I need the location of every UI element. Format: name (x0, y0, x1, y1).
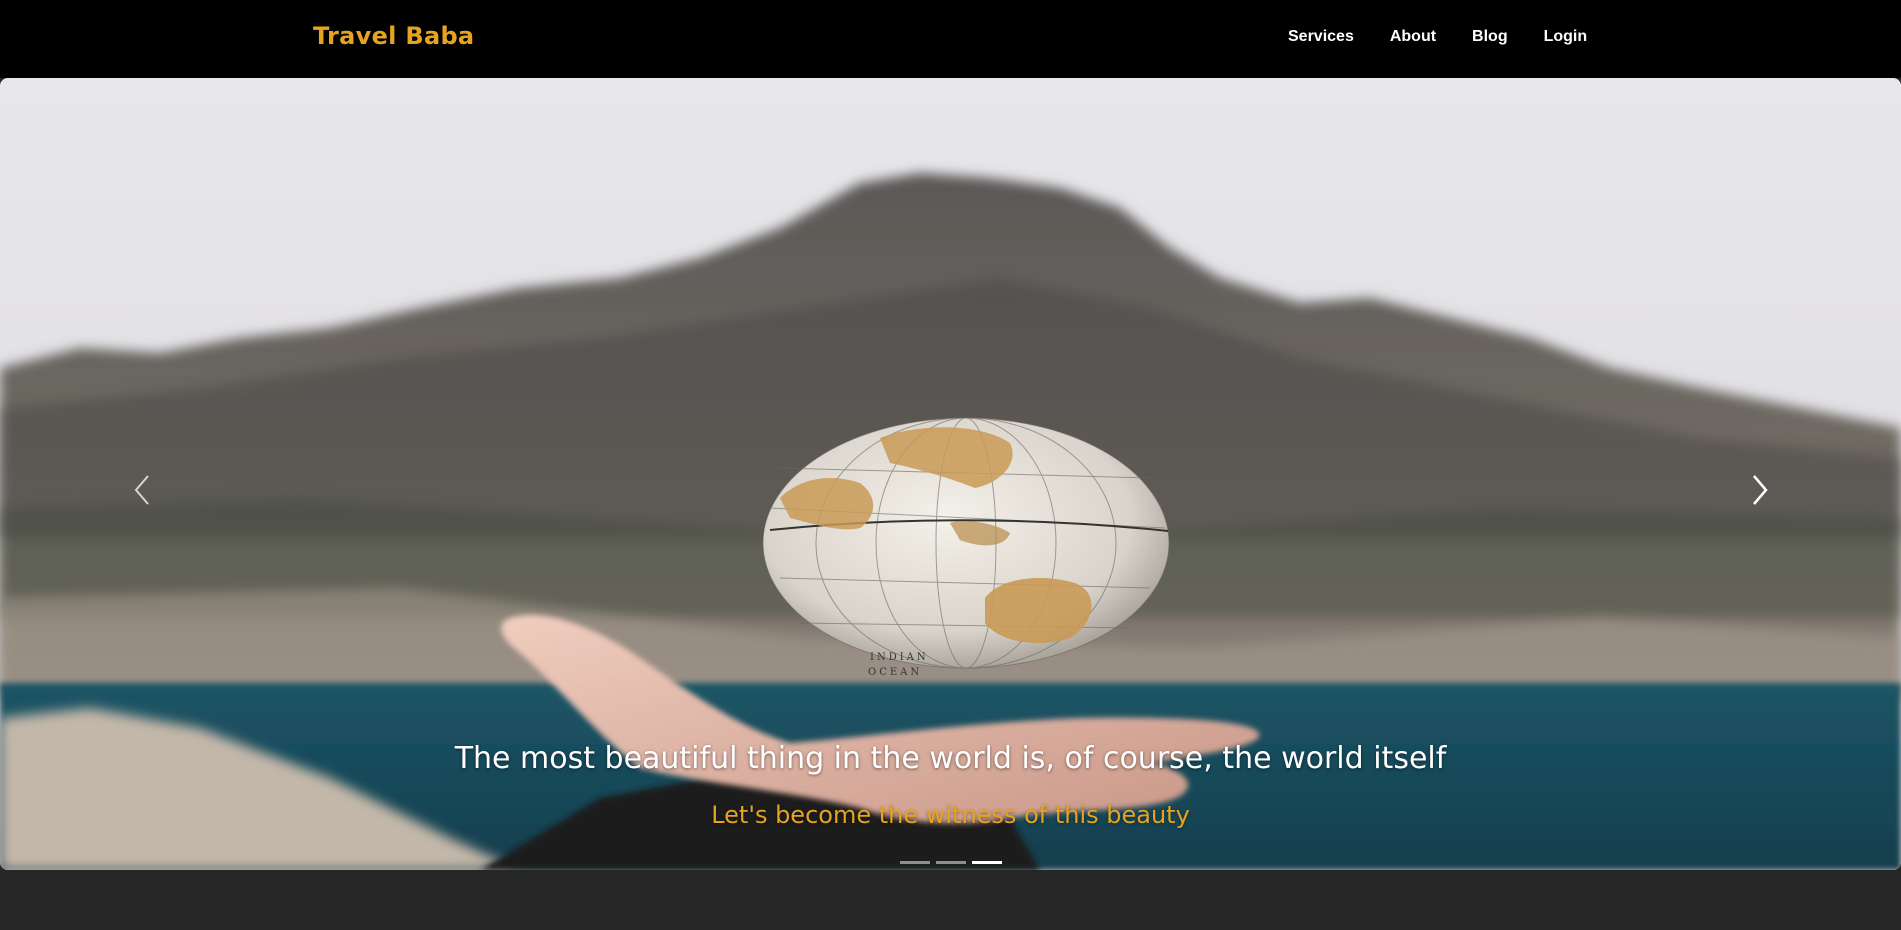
nav-links: Services About Blog Login (1288, 28, 1623, 46)
brand-logo[interactable]: Travel Baba (313, 22, 474, 50)
chevron-right-icon (1753, 475, 1768, 505)
carousel-prev-button[interactable] (122, 460, 162, 520)
top-navbar: Travel Baba Services About Blog Login (0, 0, 1901, 78)
svg-text:OCEAN: OCEAN (868, 667, 922, 678)
carousel-caption-subtitle: Let's become the witness of this beauty (711, 801, 1190, 829)
svg-text:INDIAN: INDIAN (870, 652, 929, 663)
chevron-left-icon (134, 475, 149, 505)
carousel-indicator[interactable] (936, 861, 966, 864)
carousel-next-button[interactable] (1740, 460, 1780, 520)
page-section-dark (0, 870, 1901, 930)
carousel-indicator[interactable] (972, 861, 1002, 864)
nav-login[interactable]: Login (1544, 28, 1588, 46)
hero-carousel: INDIAN OCEAN The most beautiful thing in… (0, 78, 1901, 870)
nav-services[interactable]: Services (1288, 28, 1354, 46)
carousel-caption-title: The most beautiful thing in the world is… (454, 741, 1447, 776)
nav-about[interactable]: About (1390, 28, 1436, 46)
carousel-indicators (900, 861, 1002, 864)
nav-blog[interactable]: Blog (1472, 28, 1508, 46)
carousel-indicator[interactable] (900, 861, 930, 864)
